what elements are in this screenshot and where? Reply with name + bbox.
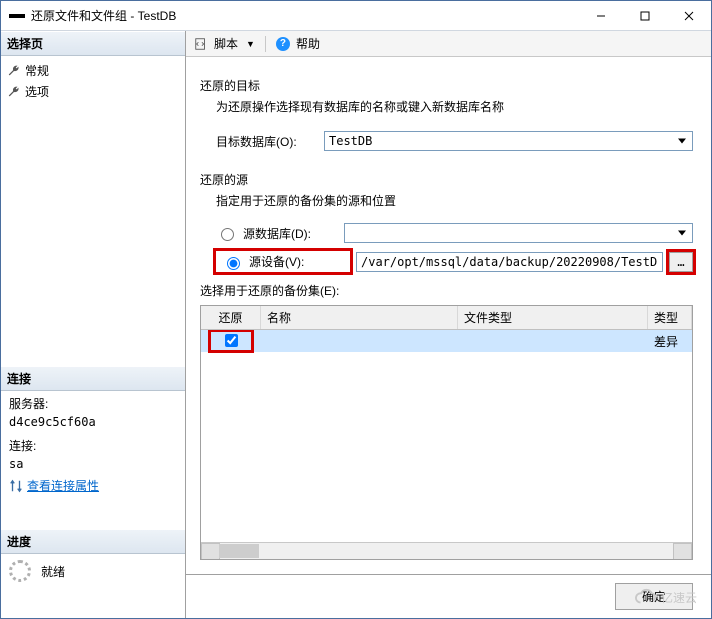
progress-status: 就绪 — [41, 563, 65, 580]
sidebar-item-options[interactable]: 选项 — [3, 81, 183, 102]
browse-device-button[interactable]: … — [669, 252, 693, 272]
source-device-path[interactable] — [356, 252, 663, 272]
sidebar-pages: 常规 选项 — [1, 56, 185, 106]
source-device-row: 源设备(V): … — [216, 251, 693, 272]
restore-target-title: 还原的目标 — [200, 77, 693, 94]
restore-target-desc: 为还原操作选择现有数据库的名称或键入新数据库名称 — [216, 98, 693, 115]
source-database-radio[interactable] — [221, 228, 234, 241]
window-controls — [579, 1, 711, 30]
titlebar: 还原文件和文件组 - TestDB — [1, 1, 711, 31]
select-backup-sets-label: 选择用于还原的备份集(E): — [200, 282, 693, 299]
source-database-row: 源数据库(D): — [216, 223, 693, 243]
ok-button[interactable]: 确定 — [615, 583, 693, 610]
wrench-icon — [7, 85, 21, 99]
cell-type: 差异 — [648, 330, 692, 353]
source-device-label[interactable]: 源设备(V): — [249, 253, 344, 270]
properties-icon — [9, 479, 23, 493]
main-panel: 脚本 ▼ ? 帮助 还原的目标 为还原操作选择现有数据库的名称或键入新数据库名称… — [186, 31, 711, 618]
minimize-button[interactable] — [579, 1, 623, 30]
script-button[interactable]: 脚本 — [214, 35, 238, 52]
maximize-button[interactable] — [623, 1, 667, 30]
view-connection-properties[interactable]: 查看连接属性 — [9, 477, 177, 495]
col-name[interactable]: 名称 — [261, 306, 458, 329]
col-restore[interactable]: 还原 — [201, 306, 261, 329]
table-header: 还原 名称 文件类型 类型 — [201, 306, 692, 330]
sidebar: 选择页 常规 选项 连接 服务器: d4ce9c5cf60a 连接: sa — [1, 31, 186, 618]
sidebar-header-connection: 连接 — [1, 366, 185, 391]
restore-checkbox[interactable] — [225, 334, 238, 347]
connection-value: sa — [9, 455, 177, 473]
window-title: 还原文件和文件组 - TestDB — [31, 7, 579, 24]
maximize-icon — [640, 11, 650, 21]
footer: 确定 — [186, 574, 711, 618]
table-body: 差异 — [201, 330, 692, 542]
script-icon — [194, 37, 208, 51]
toolbar: 脚本 ▼ ? 帮助 — [186, 31, 711, 57]
target-db-row: 目标数据库(O): TestDB — [216, 131, 693, 151]
view-connection-properties-link[interactable]: 查看连接属性 — [27, 477, 99, 495]
backup-sets-table: 还原 名称 文件类型 类型 差异 — [200, 305, 693, 560]
help-button[interactable]: 帮助 — [296, 35, 320, 52]
help-icon: ? — [276, 37, 290, 51]
progress-row: 就绪 — [1, 554, 185, 588]
cell-filetype — [458, 338, 648, 344]
app-icon — [9, 14, 25, 18]
target-db-label: 目标数据库(O): — [216, 133, 316, 150]
sidebar-header-progress: 进度 — [1, 529, 185, 554]
wrench-icon — [7, 64, 21, 78]
col-type[interactable]: 类型 — [648, 306, 692, 329]
toolbar-separator — [265, 36, 266, 52]
close-icon — [684, 11, 694, 21]
minimize-icon — [596, 11, 606, 21]
horizontal-scrollbar[interactable] — [201, 542, 692, 559]
col-filetype[interactable]: 文件类型 — [458, 306, 648, 329]
target-db-combobox[interactable]: TestDB — [324, 131, 693, 151]
connection-label: 连接: — [9, 437, 177, 455]
dialog-window: 还原文件和文件组 - TestDB 选择页 常规 选 — [0, 0, 712, 619]
server-label: 服务器: — [9, 395, 177, 413]
table-row[interactable]: 差异 — [201, 330, 692, 352]
restore-source-title: 还原的源 — [200, 171, 693, 188]
cell-name — [261, 338, 458, 344]
content: 还原的目标 为还原操作选择现有数据库的名称或键入新数据库名称 目标数据库(O):… — [186, 57, 711, 574]
progress-spinner-icon — [9, 560, 31, 582]
script-dropdown-icon[interactable]: ▼ — [246, 39, 255, 49]
close-button[interactable] — [667, 1, 711, 30]
sidebar-item-label: 选项 — [25, 83, 49, 100]
server-value: d4ce9c5cf60a — [9, 413, 177, 431]
sidebar-item-general[interactable]: 常规 — [3, 60, 183, 81]
source-database-label[interactable]: 源数据库(D): — [243, 225, 338, 242]
sidebar-item-label: 常规 — [25, 62, 49, 79]
connection-info: 服务器: d4ce9c5cf60a 连接: sa 查看连接属性 — [1, 391, 185, 499]
source-database-combobox[interactable] — [344, 223, 693, 243]
source-device-radio[interactable] — [227, 257, 240, 270]
restore-source-desc: 指定用于还原的备份集的源和位置 — [216, 192, 693, 209]
sidebar-header-select: 选择页 — [1, 31, 185, 56]
body: 选择页 常规 选项 连接 服务器: d4ce9c5cf60a 连接: sa — [1, 31, 711, 618]
